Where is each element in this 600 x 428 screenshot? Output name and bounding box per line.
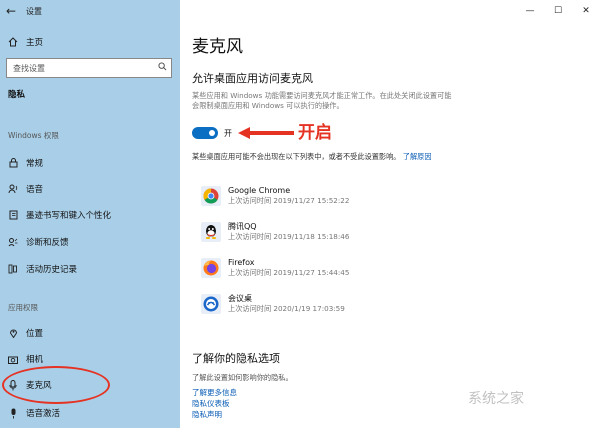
app-name: 腾讯QQ xyxy=(228,222,257,231)
feedback-icon xyxy=(0,237,26,247)
app-info: Firefox 上次访问时间 2019/11/27 15:44:45 xyxy=(228,258,349,278)
main-content: — ☐ ✕ 麦克风 允许桌面应用访问麦克风 某些应用和 Windows 功能需要… xyxy=(180,0,600,428)
nav-home-label: 主页 xyxy=(26,38,44,48)
sidebar-item-activity-history[interactable]: 活动历史记录 xyxy=(0,259,180,279)
watermark: 系统之家 xyxy=(468,391,524,407)
app-last-access: 上次访问时间 2019/11/27 15:52:22 xyxy=(228,196,350,205)
desktop-apps-mic-toggle[interactable] xyxy=(192,127,218,139)
sidebar-item-location[interactable]: 位置 xyxy=(0,323,180,343)
speech-icon xyxy=(0,184,26,194)
meeting-icon xyxy=(200,293,222,315)
qq-icon xyxy=(200,221,222,243)
app-name: 会议桌 xyxy=(228,294,252,303)
app-info: Google Chrome 上次访问时间 2019/11/27 15:52:22 xyxy=(228,186,349,206)
app-row-meeting: 会议桌 上次访问时间 2020/1/19 17:03:59 xyxy=(200,290,460,318)
timeline-icon xyxy=(0,264,26,274)
app-row-firefox: Firefox 上次访问时间 2019/11/27 15:44:45 xyxy=(200,254,460,282)
sidebar-item-label: 活动历史记录 xyxy=(26,265,78,275)
voice-activation-icon xyxy=(0,408,26,419)
app-row-chrome: Google Chrome 上次访问时间 2019/11/27 15:52:22 xyxy=(200,182,460,210)
privacy-dashboard-link[interactable]: 隐私仪表板 xyxy=(192,398,230,409)
title-bar: ← 设置 xyxy=(0,0,180,22)
learn-more-link[interactable]: 了解更多信息 xyxy=(192,387,237,398)
apps-note-text: 某些桌面应用可能不会出现在以下列表中，或者不受此设置影响。 xyxy=(192,152,401,161)
camera-icon xyxy=(0,355,26,364)
home-icon xyxy=(0,37,26,47)
window-title: 设置 xyxy=(26,6,42,16)
section-description: 某些应用和 Windows 功能需要访问麦克风才能正常工作。在此处关闭此设置可能… xyxy=(192,91,452,110)
close-icon[interactable]: ✕ xyxy=(572,0,600,22)
app-name: Firefox xyxy=(228,258,255,267)
group-header-windows-permissions: Windows 权限 xyxy=(8,131,59,140)
nav-home[interactable]: 主页 xyxy=(0,32,180,52)
location-icon xyxy=(0,328,26,338)
sidebar-item-label: 语音激活 xyxy=(26,409,61,419)
privacy-options-title: 了解你的隐私选项 xyxy=(192,352,280,365)
sidebar-item-inking-typing[interactable]: 墨迹书写和键入个性化 xyxy=(0,205,180,225)
app-last-access: 上次访问时间 2019/11/18 15:18:46 xyxy=(228,232,350,241)
maximize-icon[interactable]: ☐ xyxy=(544,0,572,22)
sidebar-item-label: 诊断和反馈 xyxy=(26,238,69,248)
search-icon[interactable] xyxy=(153,62,171,74)
notebook-icon xyxy=(0,210,26,220)
sidebar-item-label: 墨迹书写和键入个性化 xyxy=(26,211,112,221)
apps-note: 某些桌面应用可能不会出现在以下列表中，或者不受此设置影响。 了解原因 xyxy=(192,152,454,162)
section-header-privacy: 隐私 xyxy=(8,90,26,100)
sidebar-item-label: 常规 xyxy=(26,159,44,169)
sidebar-item-speech[interactable]: 语音 xyxy=(0,179,180,199)
annotation-label: 开启 xyxy=(298,123,332,143)
page-title: 麦克风 xyxy=(192,37,243,57)
search-input[interactable]: 查找设置 xyxy=(6,58,172,78)
group-header-app-permissions: 应用权限 xyxy=(8,303,38,312)
back-arrow-icon[interactable]: ← xyxy=(0,0,22,22)
app-row-qq: 腾讯QQ 上次访问时间 2019/11/18 15:18:46 xyxy=(200,218,460,246)
firefox-icon xyxy=(200,257,222,279)
chrome-icon xyxy=(200,185,222,207)
app-last-access: 上次访问时间 2020/1/19 17:03:59 xyxy=(228,304,345,313)
app-name: Google Chrome xyxy=(228,186,291,195)
sidebar-item-label: 位置 xyxy=(26,329,44,339)
sidebar: ← 设置 主页 查找设置 隐私 Windows 权限 常规 语音 墨迹书写和键入… xyxy=(0,0,180,428)
sidebar-item-voice-activation[interactable]: 语音激活 xyxy=(0,403,180,423)
privacy-options-description: 了解此设置如何影响你的隐私。 xyxy=(192,373,293,382)
sidebar-item-label: 相机 xyxy=(26,355,44,365)
app-info: 腾讯QQ 上次访问时间 2019/11/18 15:18:46 xyxy=(228,222,349,242)
privacy-statement-link[interactable]: 隐私声明 xyxy=(192,409,222,420)
app-last-access: 上次访问时间 2019/11/27 15:44:45 xyxy=(228,268,350,277)
sidebar-item-camera[interactable]: 相机 xyxy=(0,349,180,369)
sidebar-item-diagnostics[interactable]: 诊断和反馈 xyxy=(0,232,180,252)
minimize-icon[interactable]: — xyxy=(516,0,544,22)
learn-why-link[interactable]: 了解原因 xyxy=(403,152,432,161)
section-title: 允许桌面应用访问麦克风 xyxy=(192,72,313,85)
toggle-knob xyxy=(209,130,215,136)
app-info: 会议桌 上次访问时间 2020/1/19 17:03:59 xyxy=(228,294,345,314)
sidebar-item-general[interactable]: 常规 xyxy=(0,153,180,173)
sidebar-item-label: 语音 xyxy=(26,185,44,195)
lock-icon xyxy=(0,158,26,168)
annotation-circle xyxy=(2,366,110,404)
annotation-arrow-icon xyxy=(238,127,294,139)
search-placeholder: 查找设置 xyxy=(13,63,45,73)
toggle-state-label: 开 xyxy=(224,129,232,138)
